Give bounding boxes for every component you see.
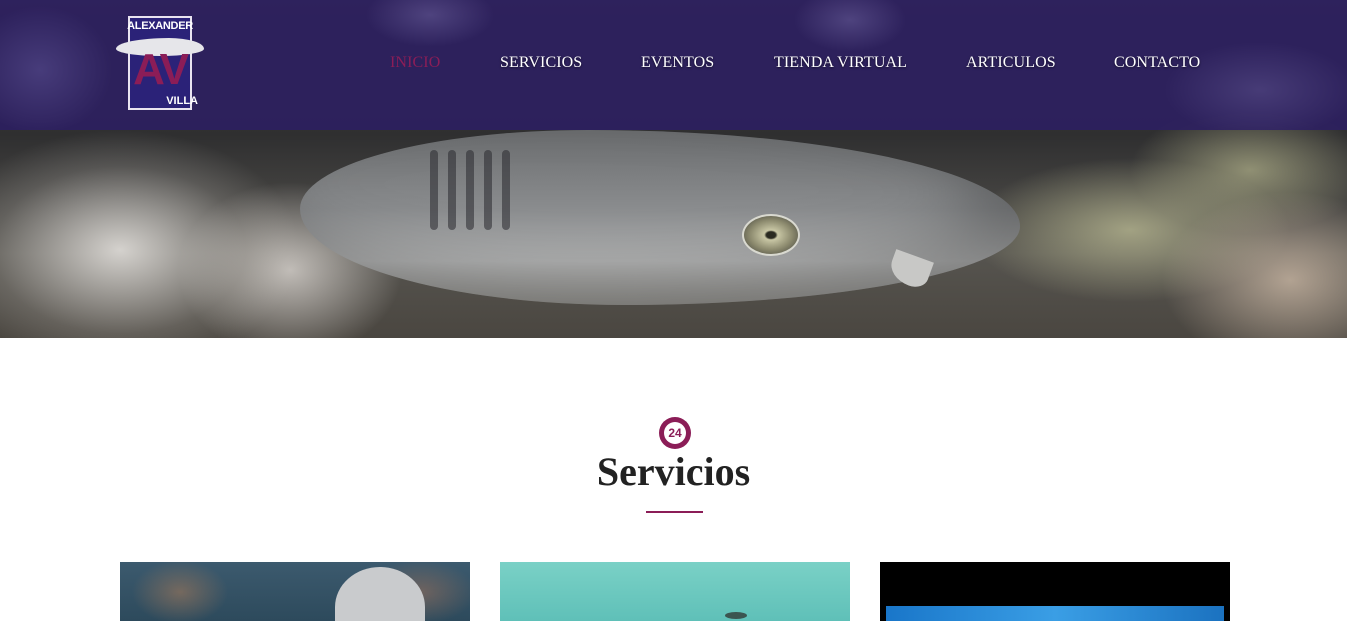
nav-item-inicio[interactable]: INICIO <box>390 53 440 73</box>
section-title: Servicios <box>596 449 751 494</box>
shark-gill <box>448 150 456 230</box>
shark-gill <box>502 150 510 230</box>
logo-text-top: ALEXANDER <box>127 20 193 32</box>
shark-eye <box>742 214 800 256</box>
site-header: ALEXANDER AV VILLA INICIO SERVICIOS EVEN… <box>0 0 1347 130</box>
service-card-image[interactable] <box>120 562 470 621</box>
service-card-image[interactable] <box>880 562 1230 621</box>
section-divider <box>646 511 703 513</box>
nav-item-servicios[interactable]: SERVICIOS <box>500 53 582 73</box>
shark-gill <box>484 150 492 230</box>
nav-item-eventos[interactable]: EVENTOS <box>641 53 714 73</box>
service-card-image[interactable] <box>500 562 850 621</box>
shark-gill <box>430 150 438 230</box>
24-hours-icon: 24 <box>659 417 691 449</box>
main-nav: INICIO SERVICIOS EVENTOS TIENDA VIRTUAL … <box>0 53 1347 75</box>
logo-text-bottom: VILLA <box>166 95 198 107</box>
nav-item-contacto[interactable]: CONTACTO <box>1114 53 1200 73</box>
nav-item-articulos[interactable]: ARTICULOS <box>966 53 1056 73</box>
nav-item-tienda-virtual[interactable]: TIENDA VIRTUAL <box>774 53 907 73</box>
24-hours-icon-label: 24 <box>664 422 686 444</box>
shark-gill <box>466 150 474 230</box>
